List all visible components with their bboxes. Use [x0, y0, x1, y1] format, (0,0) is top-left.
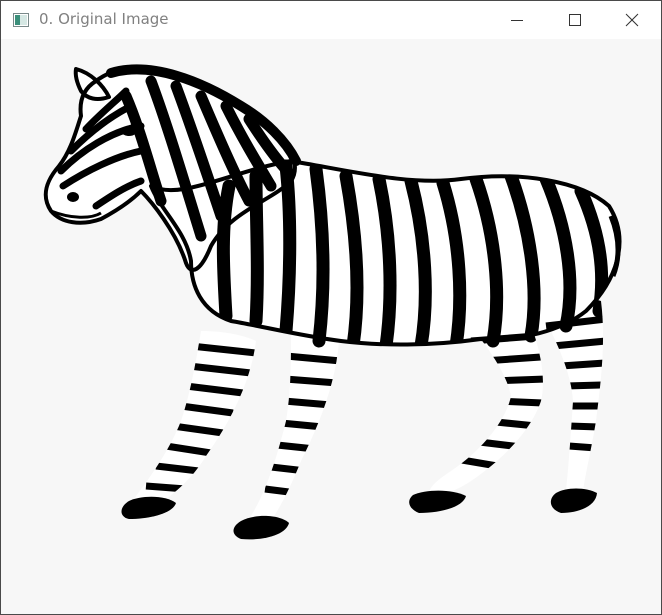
window-title: 0. Original Image — [39, 10, 169, 28]
maximize-icon — [569, 14, 581, 26]
title-bar[interactable]: 0. Original Image — [1, 1, 661, 39]
image-window: 0. Original Image — [0, 0, 662, 615]
minimize-button[interactable] — [488, 1, 546, 39]
minimize-icon — [511, 20, 523, 21]
close-button[interactable] — [603, 1, 661, 39]
app-icon — [13, 12, 29, 27]
maximize-button[interactable] — [546, 1, 604, 39]
zebra-image — [43, 64, 622, 540]
image-canvas-area — [1, 39, 661, 614]
close-icon — [625, 13, 639, 27]
